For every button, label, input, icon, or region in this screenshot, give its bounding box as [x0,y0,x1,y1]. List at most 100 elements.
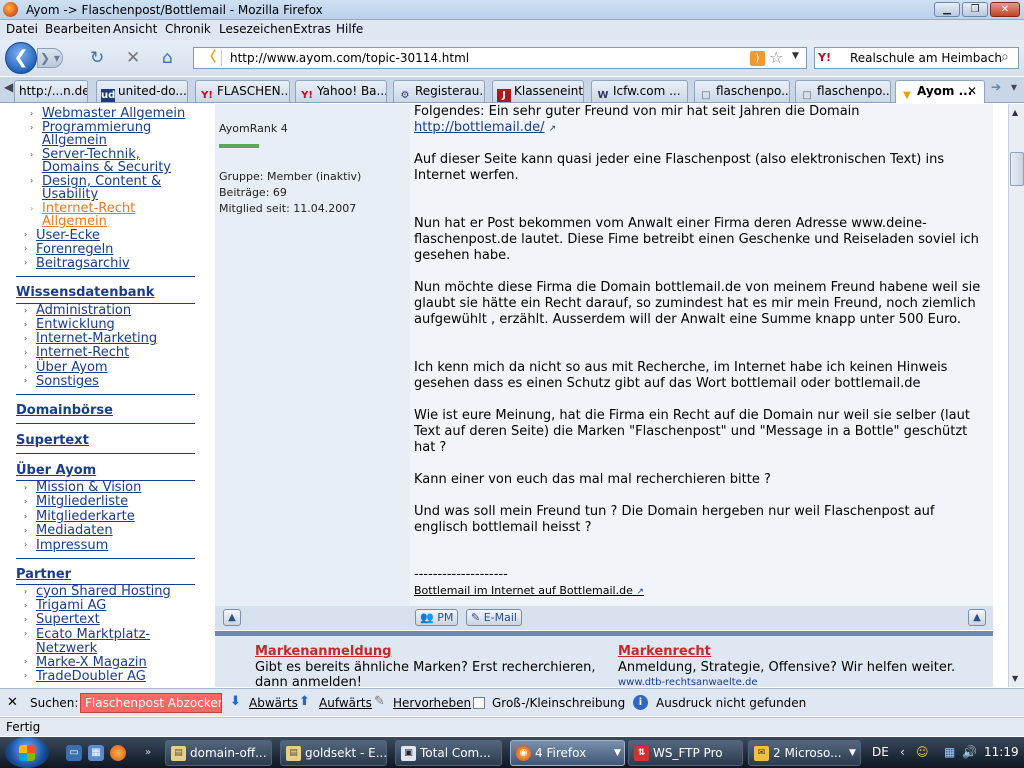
close-tab-icon[interactable]: ✕ [967,81,977,101]
taskbar-item[interactable]: ⇅ WS_FTP Pro [628,740,743,766]
highlight-icon[interactable]: ✎ [374,694,385,709]
menu-datei[interactable]: Datei [6,22,38,36]
stop-icon[interactable]: ✕ [126,48,140,68]
sidebar-heading-domainboerse[interactable]: Domainbörse [16,403,113,418]
taskbar-item[interactable]: ✉ 2 Microso... ▼ [748,740,861,766]
tab-item[interactable]: ud united-do... [96,80,188,102]
sidebar-item-entwicklung[interactable]: Entwicklung [36,318,115,332]
sidebar-item-mediadaten[interactable]: Mediadaten [36,524,113,538]
sidebar-item-sonstiges[interactable]: Sonstiges [36,375,99,389]
ad-text[interactable]: Gibt es bereits ähnliche Marken? Erst re… [255,660,605,687]
tab-item[interactable]: ⚙ Registerau... [393,80,485,102]
sidebar-item-mission[interactable]: Mission & Vision [36,481,141,495]
ad-title-markenanmeldung[interactable]: Markenanmeldung [255,644,391,659]
url-dropdown-icon[interactable]: ▼ [792,51,799,61]
sidebar-item-cyon[interactable]: cyon Shared Hosting [36,585,171,599]
sidebar-item-ueber-ayom[interactable]: Über Ayom [36,361,108,375]
ad-title-markenrecht[interactable]: Markenrecht [618,644,711,659]
menu-chronik[interactable]: Chronik [165,22,211,36]
tray-expand-icon[interactable]: ‹ [900,737,905,768]
arrow-up-icon[interactable]: ⬆ [299,694,310,709]
tab-item[interactable]: Y! FLASCHEN... [195,80,290,102]
pm-button[interactable]: 👥 PM [415,609,459,626]
sidebar-heading-wissensdatenbank[interactable]: Wissensdatenbank [16,285,154,300]
sidebar-item-forenregeln[interactable]: Forenregeln [36,243,113,257]
find-input[interactable]: Flaschenpost Abzocker? [80,693,222,713]
arrow-down-icon[interactable]: ⬇ [230,694,241,709]
menu-ansicht[interactable]: Ansicht [113,22,157,36]
back-button[interactable]: ❮ [5,42,37,74]
search-icon[interactable]: ⌕ [1001,49,1009,65]
tray-smiley-icon[interactable]: ☺ [916,737,929,768]
ad-text[interactable]: Anmeldung, Strategie, Offensive? Wir hel… [618,660,978,675]
show-desktop-icon[interactable]: ▭ [66,745,82,761]
case-sensitive-checkbox[interactable] [473,697,485,709]
maximize-button[interactable]: ❐ [962,2,988,17]
sidebar-item-tradedoubler[interactable]: TradeDoubler AG [36,670,146,684]
sidebar-item-internet-marketing[interactable]: Internet-Marketing [36,332,157,346]
sidebar-sub-server[interactable]: Server-Technik, Domains & Security [42,148,172,174]
firefox-quicklaunch-icon[interactable] [110,745,126,761]
address-text[interactable]: http://www.ayom.com/topic-30114.html [230,51,469,65]
sidebar-item-trigami[interactable]: Trigami AG [36,599,106,613]
sidebar-sub-webmaster[interactable]: Webmaster Allgemein [42,107,185,120]
search-bar[interactable]: Y! Realschule am Heimbach ⌕ [814,47,1019,69]
menu-extras[interactable]: Extras [293,22,331,36]
site-identity-icon[interactable]: 〈 [198,50,222,66]
tab-list-icon[interactable]: ▾ [1011,80,1017,94]
bookmark-star-icon[interactable]: ☆ [769,48,783,67]
tab-active[interactable]: ▼ Ayom ... ✕ [895,80,985,103]
case-sensitive-label[interactable]: Groß-/Kleinschreibung [492,696,625,710]
tab-scroll-left-icon[interactable]: ◀ [4,80,13,94]
quicklaunch-more-icon[interactable]: » [140,745,156,761]
sidebar-item-administration[interactable]: Administration [36,304,131,318]
find-previous-button[interactable]: Aufwärts [319,696,372,710]
sidebar-item-ecato[interactable]: Ecato Marktplatz-Netzwerk [36,628,166,656]
address-bar[interactable]: 〈 http://www.ayom.com/topic-30114.html )… [193,47,807,69]
taskbar-item[interactable]: ▣ Total Com... [395,740,502,766]
find-next-button[interactable]: Abwärts [249,696,298,710]
start-button[interactable] [5,737,49,768]
rss-feed-icon[interactable]: ) [750,51,765,66]
forward-button[interactable]: ❯ ▾ [37,48,63,68]
close-find-icon[interactable]: ✕ [7,695,18,710]
tab-item[interactable]: □ flaschenpo... [795,80,891,102]
sidebar-sub-internet-recht-active[interactable]: Internet-Recht Allgemein [42,202,152,228]
vertical-scrollbar[interactable]: ▲ ▼ [1008,104,1024,687]
taskbar-item[interactable]: ▤ domain-off... [165,740,272,766]
menu-hilfe[interactable]: Hilfe [336,22,363,36]
tab-item[interactable]: JKlasseneint... [492,80,584,102]
sidebar-item-beitragsarchiv[interactable]: Beitragsarchiv [36,257,130,271]
volume-icon[interactable]: 🔊 [962,737,977,768]
network-icon[interactable]: ▦ [944,737,955,768]
sidebar-item-mitgliederkarte[interactable]: Mitgliederkarte [36,510,135,524]
language-indicator[interactable]: DE [872,737,889,768]
ad-url[interactable]: www.dtb-rechtsanwaelte.de [618,677,758,687]
bottlemail-link[interactable]: http://bottlemail.de/ [414,120,544,135]
scroll-top-button[interactable]: ▲ [223,609,241,626]
clock[interactable]: 11:19 [984,737,1019,768]
sidebar-item-marke-x[interactable]: Marke-X Magazin [36,656,147,670]
scroll-top-button[interactable]: ▲ [968,609,986,626]
sidebar-sub-programmierung[interactable]: Programmierung Allgemein [42,121,162,147]
minimize-button[interactable]: ▁ [934,2,960,17]
sidebar-item-mitgliederliste[interactable]: Mitgliederliste [36,495,128,509]
menu-lesezeichen[interactable]: Lesezeichen [219,22,293,36]
tab-scroll-right-icon[interactable]: ➔ [991,80,1001,94]
sidebar-item-impressum[interactable]: Impressum [36,539,108,553]
signature-link[interactable]: Bottlemail im Internet auf Bottlemail.de [414,584,633,597]
home-icon[interactable]: ⌂ [162,48,173,68]
sidebar-heading-supertext[interactable]: Supertext [16,433,89,448]
highlight-button[interactable]: Hervorheben [393,696,471,710]
search-input[interactable]: Realschule am Heimbach [850,51,1002,65]
sidebar-item-user-ecke[interactable]: User-Ecke [36,229,100,243]
reload-icon[interactable]: ↻ [90,48,104,68]
taskbar-item[interactable]: ▤ goldsekt - E... [280,740,387,766]
group-dropdown-icon[interactable]: ▼ [614,741,621,765]
scroll-down-arrow-icon[interactable]: ▼ [1012,674,1018,683]
scroll-thumb[interactable] [1010,152,1024,186]
scroll-up-arrow-icon[interactable]: ▲ [1012,108,1018,117]
sidebar-item-supertext[interactable]: Supertext [36,613,100,627]
tab-item[interactable]: W Icfw.com ... [591,80,688,102]
tab-item[interactable]: □ flaschenpo... [694,80,790,102]
